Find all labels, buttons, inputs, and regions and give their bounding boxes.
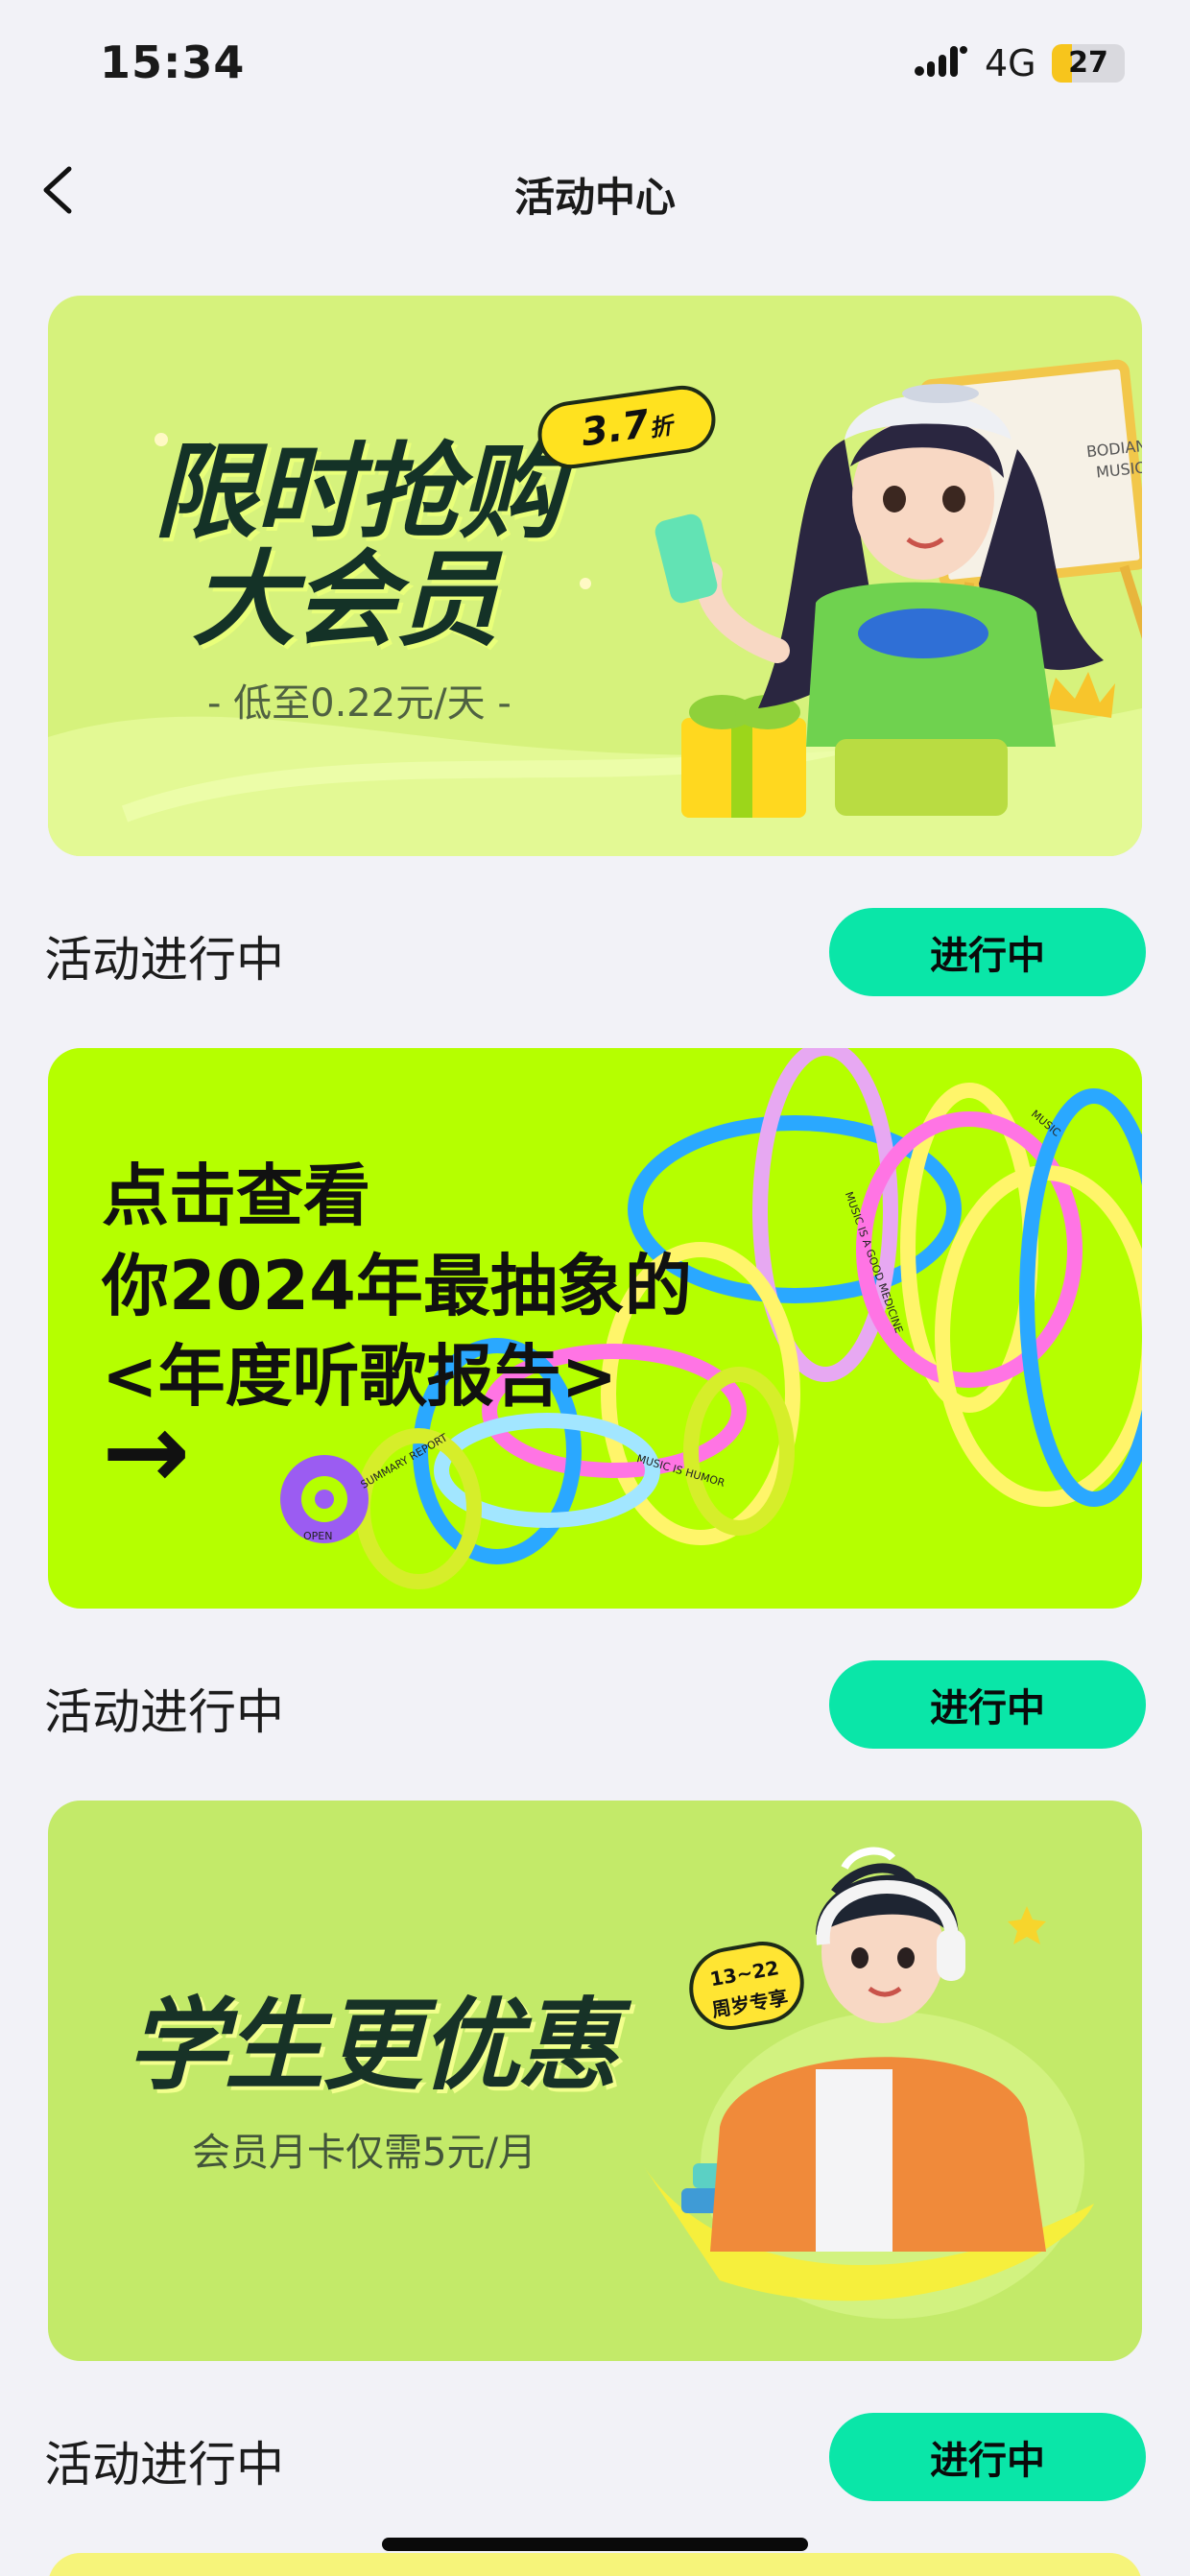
activity-status-label: 活动进行中 [44, 1684, 284, 1740]
activity-banner-annual-report[interactable]: 点击查看 你2024年最抽象的 <年度听歌报告> → SUMMARY REPOR… [48, 1048, 1142, 1609]
banner-title: 限时抢购 大会员 [154, 433, 562, 660]
report-line2: 你2024年最抽象的 [102, 1247, 692, 1325]
nav-bar: 活动中心 [0, 144, 1190, 240]
activity-center-page: 15:34 4G 27 活动中心 限时抢购 大会员 - 低至0.22元/天 - … [0, 0, 1190, 2576]
next-activity-banner[interactable] [48, 2553, 1142, 2576]
discount-value: 3.7 [578, 401, 653, 456]
home-indicator [382, 2538, 808, 2551]
banner-subtitle: - 低至0.22元/天 - [207, 681, 512, 726]
activity-banner-student-discount[interactable]: 学生更优惠 会员月卡仅需5元/月 13~22 周岁专享 [48, 1801, 1142, 2361]
ring-text-open: OPEN [303, 1530, 333, 1542]
activity-banner-vip-sale[interactable]: 限时抢购 大会员 - 低至0.22元/天 - 3.7折 BODIAN MUSIC [48, 296, 1142, 856]
battery-icon: 27 [1052, 44, 1125, 83]
status-bar: 15:34 4G 27 [0, 0, 1190, 134]
network-label: 4G [985, 42, 1036, 84]
signal-icon [915, 46, 967, 77]
activity-status-button[interactable]: 进行中 [829, 908, 1146, 996]
banner-title-line1: 限时抢购 [154, 433, 562, 553]
activity-status-label: 活动进行中 [44, 932, 284, 988]
arrow-right-icon: → [102, 1390, 191, 1513]
status-time: 15:34 [100, 36, 246, 88]
page-title: 活动中心 [513, 174, 676, 221]
discount-unit: 折 [647, 412, 675, 442]
activity-status-label: 活动进行中 [44, 2437, 284, 2493]
battery-level: 27 [1068, 46, 1108, 80]
banner-subtitle: 会员月卡仅需5元/月 [192, 2131, 536, 2175]
activity-status-button[interactable]: 进行中 [829, 2413, 1146, 2501]
activity-status-button[interactable]: 进行中 [829, 1660, 1146, 1749]
report-line1: 点击查看 [102, 1157, 370, 1235]
banner-title-line2: 大会员 [192, 540, 499, 660]
banner-title: 学生更优惠 [127, 1987, 618, 2104]
